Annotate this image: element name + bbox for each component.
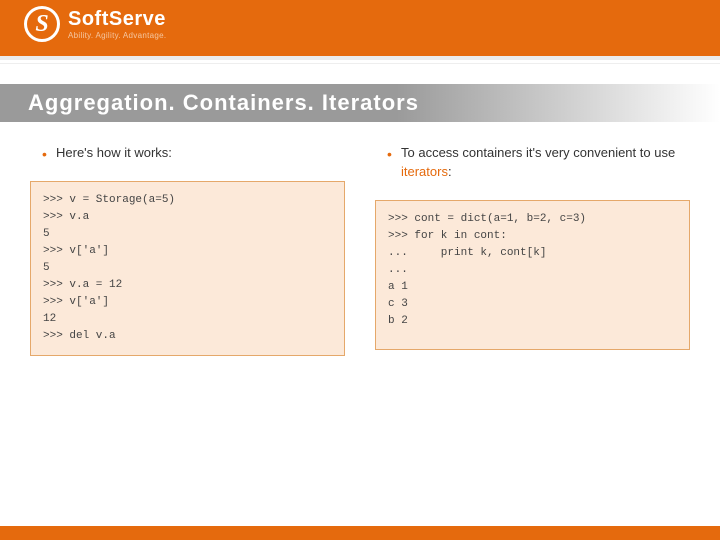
right-bullet-list: To access containers it's very convenien…: [375, 144, 690, 182]
right-code-box: >>> cont = dict(a=1, b=2, c=3) >>> for k…: [375, 200, 690, 350]
footer-bar: [0, 526, 720, 540]
content-area: Here's how it works: >>> v = Storage(a=5…: [0, 122, 720, 356]
brand-tagline: Ability. Agility. Advantage.: [68, 31, 166, 40]
right-column: To access containers it's very convenien…: [375, 144, 690, 356]
brand-name-secondary: Serve: [109, 8, 166, 30]
right-bullet-pre: To access containers it's very convenien…: [401, 145, 675, 160]
slide: SoftServe Ability. Agility. Advantage. A…: [0, 0, 720, 540]
header-shadow: [0, 56, 720, 60]
logo-text: SoftServe Ability. Agility. Advantage.: [68, 8, 166, 40]
left-column: Here's how it works: >>> v = Storage(a=5…: [30, 144, 345, 356]
right-bullet-highlight: iterators: [401, 164, 448, 179]
brand-logo: SoftServe Ability. Agility. Advantage.: [24, 6, 166, 42]
left-code-box: >>> v = Storage(a=5) >>> v.a 5 >>> v['a'…: [30, 181, 345, 356]
left-bullet-list: Here's how it works:: [30, 144, 345, 163]
title-bar: Aggregation. Containers. Iterators: [0, 84, 720, 122]
page-title: Aggregation. Containers. Iterators: [28, 90, 419, 116]
left-bullet: Here's how it works:: [42, 144, 345, 163]
header-bar: SoftServe Ability. Agility. Advantage.: [0, 0, 720, 56]
right-bullet: To access containers it's very convenien…: [387, 144, 690, 182]
brand-name-primary: Soft: [68, 8, 109, 30]
logo-mark-icon: [24, 6, 60, 42]
right-bullet-post: :: [448, 164, 452, 179]
brand-name: SoftServe: [68, 8, 166, 31]
